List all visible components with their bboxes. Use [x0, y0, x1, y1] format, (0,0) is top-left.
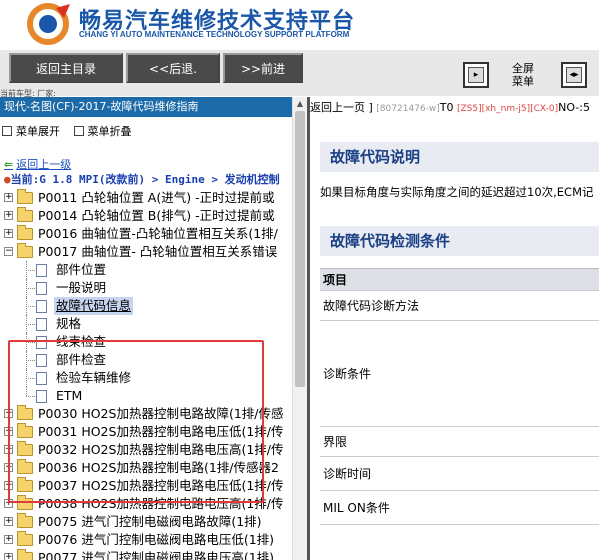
page-icon — [36, 282, 47, 295]
folder-icon — [17, 549, 33, 560]
table-row: 诊断时间 — [320, 457, 599, 491]
expand-plus-icon[interactable]: + — [4, 517, 13, 526]
table-row: 故障代码诊断方法 — [320, 291, 599, 321]
tree-item-label: 一般说明 — [56, 280, 107, 295]
collapse-minus-icon[interactable]: − — [4, 247, 13, 256]
tree-connector — [26, 324, 35, 325]
menu-icon — [73, 126, 84, 136]
brand-logo-icon — [27, 3, 70, 45]
back-page-link[interactable]: 返回上一页 ] — [310, 101, 373, 114]
section-dtc-description: 故障代码说明 — [320, 142, 599, 172]
expand-all-control[interactable]: 菜单展开 — [2, 125, 60, 138]
tree-item-label: P0075 进气门控制电磁阀电路故障(1排) — [38, 514, 262, 529]
tree-item-label: 故障代码信息 — [54, 297, 134, 315]
tree-item-label: P0077 进气门控制电磁阀电路电压高(1排) — [38, 550, 275, 560]
open-folder-icon — [17, 243, 33, 258]
tree-folder-p0077[interactable]: + P0077 进气门控制电磁阀电路电压高(1排) — [0, 549, 292, 560]
tree-item-label: 部件位置 — [56, 262, 107, 277]
tree-folder-p0016[interactable]: + P0016 曲轴位置-凸轮轴位置相互关系(1排/ — [0, 225, 292, 243]
breadcrumb-tail: NO-:5 — [558, 101, 590, 114]
current-path-text: 当前:G 1.8 MPI(改款前) > Engine > 发动机控制 — [10, 173, 280, 186]
tree-item-label: P0011 凸轮轴位置 A(进气) -正时过提前或 — [38, 190, 275, 205]
tree-connector — [26, 288, 35, 289]
menu-icon — [2, 126, 12, 136]
scroll-up-icon[interactable]: ▲ — [293, 97, 307, 111]
expand-plus-icon[interactable]: + — [4, 535, 13, 544]
left-panel-title: 现代-名图(CF)-2017-故障代码维修指南 — [0, 97, 292, 117]
tree-folder-p0017[interactable]: − P0017 曲轴位置- 凸轮轴位置相互关系错误 — [0, 243, 292, 261]
table-row: MIL ON条件 — [320, 491, 599, 525]
collapse-all-control[interactable]: 菜单折叠 — [73, 125, 132, 138]
tree-item-label: P0017 曲轴位置- 凸轮轴位置相互关系错误 — [38, 244, 278, 259]
folder-icon — [17, 513, 33, 528]
collapse-menu-button[interactable]: ▸ — [463, 62, 489, 88]
expand-arrows-icon: ◂▸ — [566, 67, 582, 83]
tree-item-label: P0076 进气门控制电磁阀电路电压低(1排) — [38, 532, 275, 547]
tree-page-component-location[interactable]: 部件位置 — [0, 261, 292, 279]
right-panel: 返回上一页 ] [80721476-w]T0 [ZS5][xh_nm-j5][C… — [310, 97, 599, 560]
table-row: 界限 — [320, 427, 599, 457]
expand-plus-icon[interactable]: + — [4, 553, 13, 560]
breadcrumb-t0: T0 — [439, 101, 454, 114]
expand-plus-icon[interactable]: + — [4, 211, 13, 220]
tree-folder-p0011[interactable]: + P0011 凸轮轴位置 A(进气) -正时过提前或 — [0, 189, 292, 207]
tree-item-label: P0016 曲轴位置-凸轮轴位置相互关系(1排/ — [38, 226, 278, 241]
page-icon — [36, 264, 47, 277]
tree-page-dtc-info[interactable]: 故障代码信息 — [0, 297, 292, 315]
left-panel: 现代-名图(CF)-2017-故障代码维修指南 菜单展开 菜单折叠 ⇐ 返回上一级… — [0, 97, 307, 560]
left-scrollbar[interactable]: ▲ — [292, 97, 307, 560]
toolbar: 返回主目录 <<后退. >>前进 ▸ 全屏 菜单 ◂▸ — [0, 50, 599, 96]
home-button[interactable]: 返回主目录 — [9, 53, 123, 83]
section-detect-conditions: 故障代码检测条件 — [320, 226, 599, 256]
back-up-link[interactable]: ⇐ 返回上一级 — [4, 156, 71, 172]
back-arrow-icon: ⇐ — [4, 158, 14, 171]
breadcrumb-tags: [ZS5][xh_nm-j5][CX-0] — [456, 104, 559, 114]
scroll-thumb[interactable] — [295, 111, 305, 387]
table-header: 项目 — [320, 269, 599, 291]
page-icon — [36, 318, 47, 331]
annotation-highlight-box — [8, 340, 264, 503]
arrow-right-icon: ▸ — [468, 67, 484, 83]
expand-plus-icon[interactable]: + — [4, 193, 13, 202]
tree-item-label: P0014 凸轮轴位置 B(排气) -正时过提前或 — [38, 208, 275, 223]
expand-all-label: 菜单展开 — [16, 125, 60, 138]
table-row: 诊断条件 — [320, 321, 599, 427]
tree-folder-p0014[interactable]: + P0014 凸轮轴位置 B(排气) -正时过提前或 — [0, 207, 292, 225]
brand-subtitle: CHANG YI AUTO MAINTENANCE TECHNOLOGY SUP… — [79, 30, 350, 39]
person-icon: ● — [4, 173, 11, 186]
fullscreen-label-line1: 全屏 — [512, 62, 534, 75]
forward-button[interactable]: >>前进 — [223, 53, 303, 83]
menu-controls: 菜单展开 菜单折叠 — [2, 123, 142, 139]
expand-plus-icon[interactable]: + — [4, 229, 13, 238]
fullscreen-label-line2: 菜单 — [512, 75, 534, 88]
breadcrumb-code: [80721476-w] — [376, 104, 440, 114]
dtc-description-text: 如果目标角度与实际角度之间的延迟超过10次,ECM记 — [320, 185, 594, 199]
fullscreen-label: 全屏 菜单 — [505, 62, 541, 88]
page-icon — [36, 300, 47, 313]
tree-connector — [26, 270, 35, 271]
collapse-all-label: 菜单折叠 — [87, 125, 132, 138]
fullscreen-button[interactable]: ◂▸ — [561, 62, 587, 88]
folder-icon — [17, 207, 33, 222]
breadcrumb: 返回上一页 ] [80721476-w]T0 [ZS5][xh_nm-j5][C… — [310, 99, 590, 115]
folder-icon — [17, 225, 33, 240]
back-up-label: 返回上一级 — [16, 158, 72, 171]
tree-folder-p0075[interactable]: + P0075 进气门控制电磁阀电路故障(1排) — [0, 513, 292, 531]
current-path: ●当前:G 1.8 MPI(改款前) > Engine > 发动机控制 — [4, 171, 280, 187]
folder-icon — [17, 189, 33, 204]
header: 畅易汽车维修技术支持平台 CHANG YI AUTO MAINTENANCE T… — [0, 0, 599, 50]
tree-connector — [26, 306, 35, 307]
tree-page-specs[interactable]: 规格 — [0, 315, 292, 333]
conditions-table: 项目 故障代码诊断方法 诊断条件 界限 诊断时间 MIL ON条件 — [320, 268, 599, 525]
tree-folder-p0076[interactable]: + P0076 进气门控制电磁阀电路电压低(1排) — [0, 531, 292, 549]
tree-item-label: 规格 — [56, 316, 82, 331]
tree-page-general[interactable]: 一般说明 — [0, 279, 292, 297]
folder-icon — [17, 531, 33, 546]
back-button[interactable]: <<后退. — [126, 53, 220, 83]
